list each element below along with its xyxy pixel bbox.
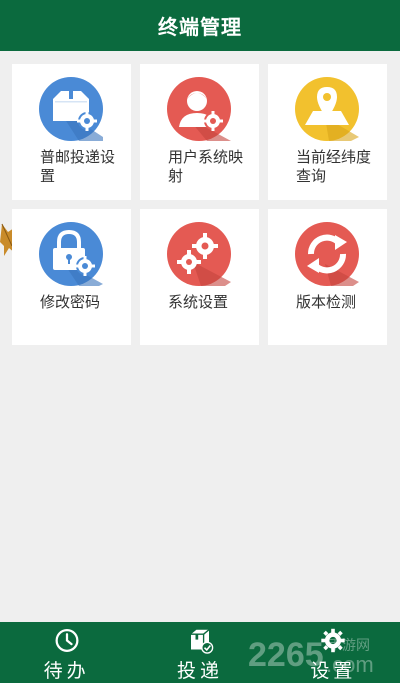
lock-gear-icon (39, 222, 103, 286)
tab-label: 待办 (43, 660, 90, 682)
tile-label: 普邮投递设置 (40, 148, 116, 185)
tile-label: 当前经纬度查询 (296, 148, 372, 185)
tab-delivery[interactable]: 投递 (133, 622, 266, 683)
delivery-box-icon (190, 629, 214, 654)
bottom-tab-bar: 待办 投递 设置 (0, 622, 400, 683)
tile-change-password[interactable]: 修改密码 (12, 209, 131, 345)
tile-location-query[interactable]: 当前经纬度查询 (268, 64, 387, 200)
tile-label: 版本检测 (296, 293, 357, 311)
tile-delivery-settings[interactable]: 普邮投递设置 (12, 64, 131, 200)
tab-todo[interactable]: 待办 (0, 622, 133, 683)
tab-settings[interactable]: 设置 (267, 622, 400, 683)
clock-icon (55, 629, 79, 652)
tile-label: 系统设置 (168, 293, 229, 311)
tile-version-check[interactable]: 版本检测 (268, 209, 387, 345)
map-pin-icon (295, 77, 359, 141)
package-gear-icon (39, 77, 103, 141)
refresh-icon (295, 222, 359, 286)
tile-system-settings[interactable]: 系统设置 (140, 209, 259, 345)
user-gear-icon (167, 77, 231, 141)
function-grid: 普邮投递设置 用户系统映射 当前经纬度查询 修改密码 系统设置 版本检测 (12, 64, 388, 345)
gear-icon (321, 628, 346, 653)
app-header: 终端管理 (0, 0, 400, 51)
tab-label: 投递 (176, 660, 223, 682)
tile-user-mapping[interactable]: 用户系统映射 (140, 64, 259, 200)
tile-label: 修改密码 (40, 293, 101, 311)
page-title: 终端管理 (158, 15, 242, 39)
gears-icon (167, 222, 231, 286)
tab-label: 设置 (310, 660, 357, 682)
tile-label: 用户系统映射 (168, 148, 244, 185)
